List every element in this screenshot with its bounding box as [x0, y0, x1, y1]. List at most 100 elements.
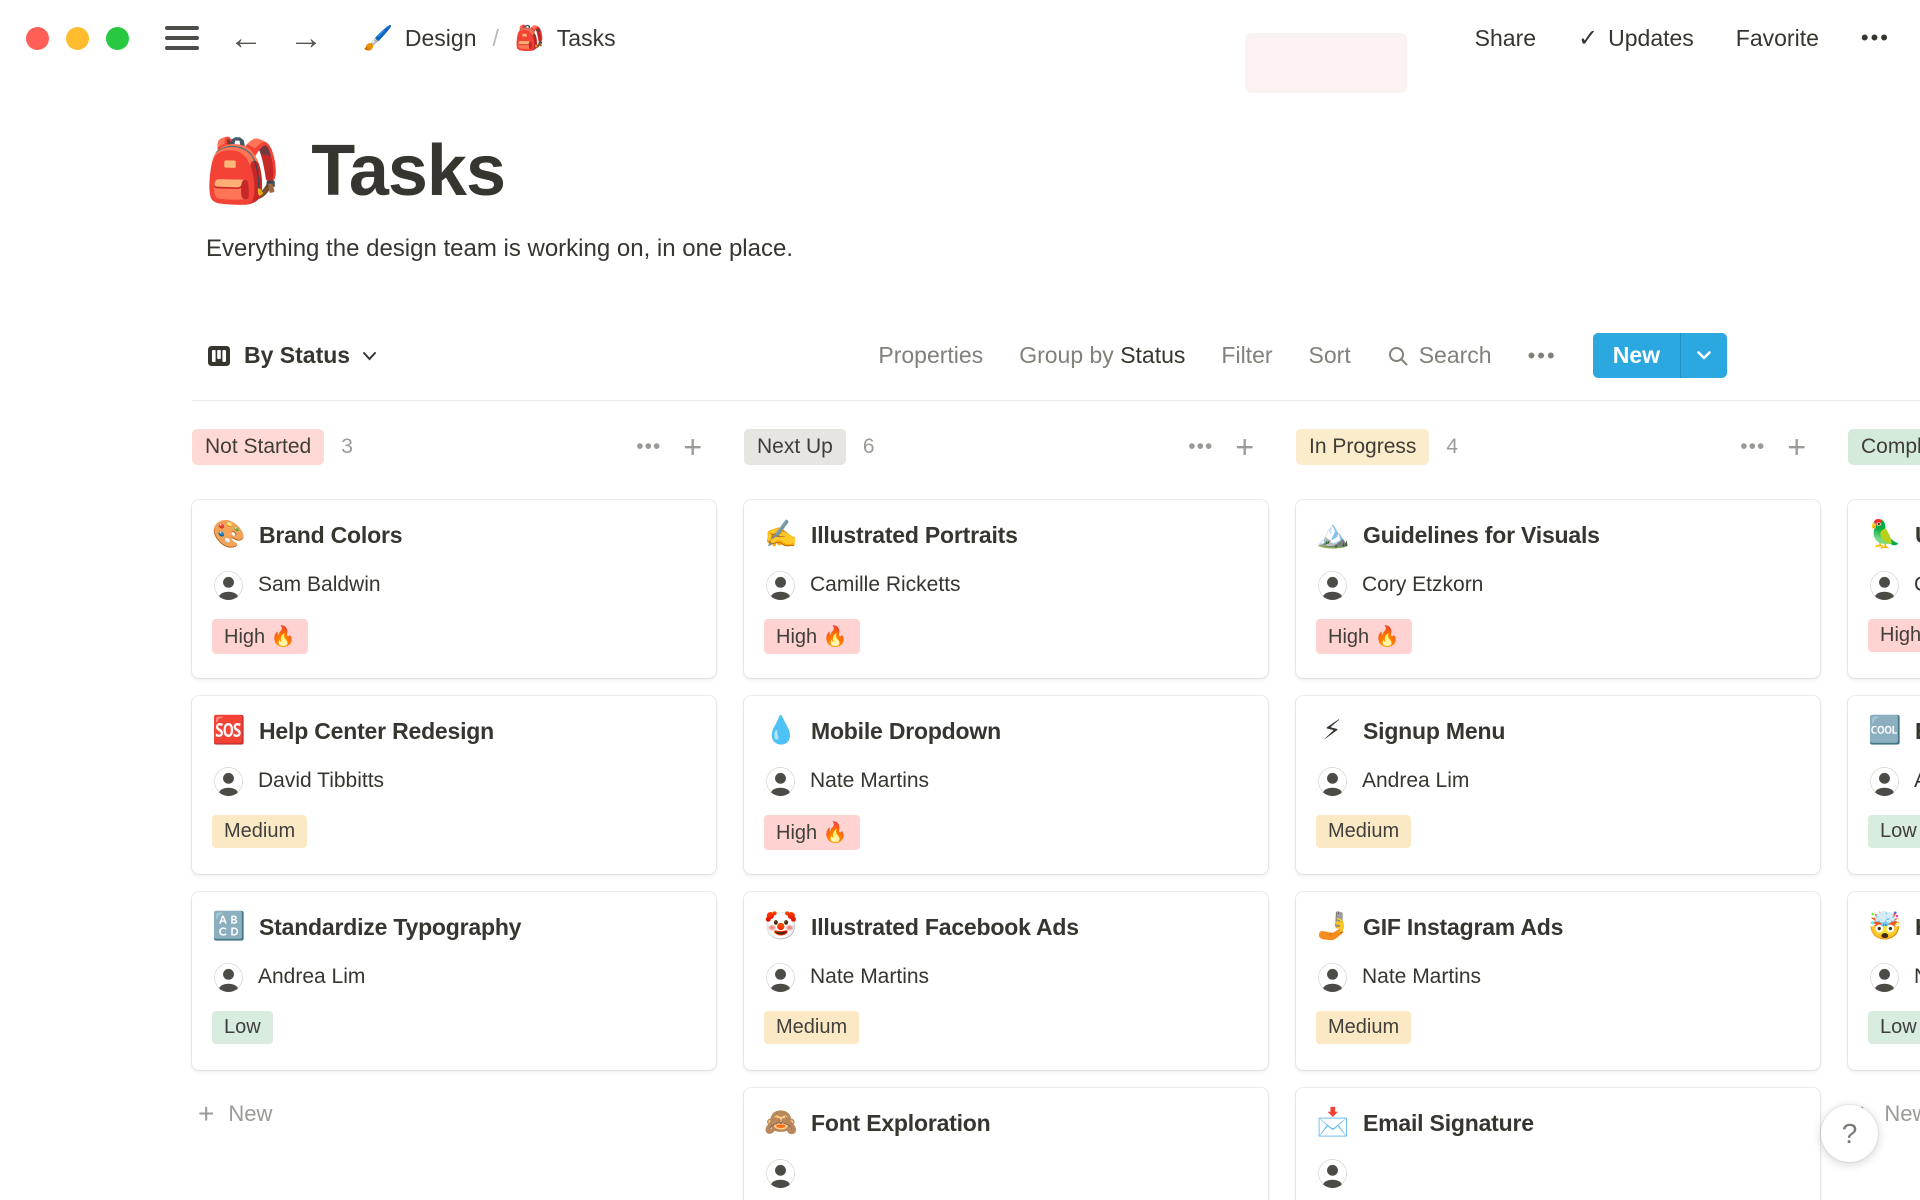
sidebar-menu-icon[interactable]	[165, 26, 199, 50]
group-by-value: Status	[1120, 342, 1186, 369]
add-card-button[interactable]: + New	[192, 1088, 716, 1128]
view-switcher[interactable]: By Status	[206, 342, 377, 369]
status-badge[interactable]: Next Up	[744, 429, 846, 466]
column-add-icon[interactable]: +	[1787, 431, 1806, 463]
column-add-icon[interactable]: +	[1235, 431, 1254, 463]
updates-button[interactable]: ✓ Updates	[1578, 24, 1694, 53]
avatar	[1318, 766, 1347, 796]
view-name: By Status	[244, 342, 351, 369]
highlight-box	[1245, 33, 1407, 93]
avatar	[766, 1158, 795, 1188]
add-card-label: New	[1884, 1101, 1920, 1127]
assignee-name: Cory Etzkorn	[1362, 573, 1484, 597]
avatar	[766, 766, 795, 796]
share-button[interactable]: Share	[1475, 25, 1536, 52]
task-card[interactable]: 🆘 Help Center Redesign David Tibbitts Mediu…	[192, 696, 716, 875]
task-card[interactable]: ✍️ Illustrated Portraits Camille Ricketts H…	[744, 500, 1268, 679]
task-title: Mobile Dropdown	[811, 717, 1001, 744]
window-minimize-button[interactable]	[66, 26, 89, 50]
app-window: ← → 🖌️ Design / 🎒 Tasks Share ✓ Updates …	[0, 0, 1920, 1200]
task-card[interactable]: 🤡 Illustrated Facebook Ads Nate Martins Med…	[744, 892, 1268, 1071]
column-more-icon[interactable]: •••	[636, 435, 661, 459]
task-card[interactable]: 🏔️ Guidelines for Visuals Cory Etzkorn High…	[1296, 500, 1820, 679]
priority-badge: High 🔥	[764, 618, 860, 654]
group-by-button[interactable]: Group by Status	[1019, 342, 1185, 369]
task-card[interactable]: 🦜 UC High	[1848, 500, 1920, 679]
status-badge[interactable]: In Progress	[1296, 429, 1430, 466]
task-card[interactable]: 🔠 Standardize Typography Andrea Lim Low	[192, 892, 716, 1071]
task-emoji-icon: 🆘	[212, 715, 246, 746]
task-card[interactable]: 🙈 Font Exploration	[744, 1088, 1268, 1200]
avatar	[214, 766, 243, 796]
help-button[interactable]: ?	[1821, 1105, 1878, 1162]
forward-icon[interactable]: →	[289, 21, 323, 55]
avatar	[1870, 766, 1899, 796]
column-more-icon[interactable]: •••	[1188, 435, 1213, 459]
page-title[interactable]: Tasks	[311, 131, 506, 211]
avatar	[1318, 962, 1347, 992]
window-zoom-button[interactable]	[106, 26, 129, 50]
column-count: 6	[862, 435, 875, 459]
breadcrumb-separator: /	[492, 24, 499, 51]
board-view-icon	[208, 345, 230, 366]
assignee-name: Andrea Lim	[258, 965, 366, 989]
board-column: Completed•••+🦜UCHigh🆒EALow🤯HNLow+New	[1848, 428, 1920, 1200]
assignee-name: Andrea Lim	[1362, 769, 1470, 793]
assignee-name: Nate Martins	[810, 769, 930, 793]
task-title: Help Center Redesign	[259, 717, 494, 744]
more-options-icon[interactable]: •••	[1861, 25, 1890, 51]
search-button[interactable]: Search	[1387, 342, 1492, 369]
column-add-icon[interactable]: +	[683, 431, 702, 463]
avatar	[1870, 962, 1899, 992]
task-emoji-icon: 🤡	[764, 911, 798, 942]
column-more-icon[interactable]: •••	[1740, 435, 1765, 459]
task-emoji-icon: 🆒	[1868, 715, 1902, 746]
view-more-icon[interactable]: •••	[1528, 343, 1557, 369]
group-by-label: Group by	[1019, 342, 1114, 369]
properties-button[interactable]: Properties	[878, 342, 983, 369]
task-title: GIF Instagram Ads	[1363, 913, 1564, 940]
task-card[interactable]: 🎨 Brand Colors Sam Baldwin High 🔥	[192, 500, 716, 679]
new-dropdown-chevron-icon[interactable]	[1681, 333, 1727, 378]
task-card[interactable]: 📩 Email Signature	[1296, 1088, 1820, 1200]
task-title: Illustrated Portraits	[811, 521, 1018, 548]
column-header: In Progress 4 ••• +	[1296, 428, 1820, 466]
assignee-name: David Tibbitts	[258, 769, 385, 793]
topbar: ← → 🖌️ Design / 🎒 Tasks Share ✓ Updates …	[0, 0, 1920, 93]
avatar	[766, 962, 795, 992]
check-icon: ✓	[1578, 24, 1599, 52]
status-badge[interactable]: Completed	[1848, 429, 1920, 466]
status-badge[interactable]: Not Started	[192, 429, 325, 466]
avatar	[214, 570, 243, 600]
view-toolbar: By Status Properties Group by Status Fil…	[206, 333, 1727, 379]
window-controls	[26, 26, 129, 50]
priority-badge: Medium	[764, 1010, 860, 1044]
favorite-button[interactable]: Favorite	[1736, 25, 1819, 52]
board-column: Next Up 6 ••• + ✍️ Illustrated Portraits Camil…	[744, 428, 1268, 1200]
task-card[interactable]: 🤳 GIF Instagram Ads Nate Martins Medium	[1296, 892, 1820, 1071]
priority-badge: Low	[1868, 814, 1920, 848]
filter-button[interactable]: Filter	[1221, 342, 1272, 369]
topbar-actions: Share ✓ Updates Favorite •••	[1475, 24, 1890, 53]
search-label: Search	[1418, 342, 1492, 369]
chevron-down-icon	[363, 351, 377, 361]
priority-badge: High 🔥	[1316, 618, 1412, 654]
task-card[interactable]: 💧 Mobile Dropdown Nate Martins High 🔥	[744, 696, 1268, 875]
new-button[interactable]: New	[1592, 333, 1727, 379]
breadcrumb-root[interactable]: 🖌️ Design	[363, 24, 477, 53]
task-emoji-icon: 🔠	[212, 911, 246, 942]
task-emoji-icon: 🙈	[764, 1107, 798, 1138]
back-icon[interactable]: ←	[229, 21, 263, 55]
task-title: H	[1915, 914, 1920, 941]
breadcrumb-page-label: Tasks	[556, 24, 616, 51]
task-card[interactable]: 🆒 EA Low	[1848, 696, 1920, 875]
task-card[interactable]: ⚡ Signup Menu Andrea Lim Medium	[1296, 696, 1820, 875]
task-card[interactable]: 🤯 HN Low	[1848, 892, 1920, 1071]
breadcrumb: 🖌️ Design / 🎒 Tasks	[363, 24, 616, 53]
page-emoji-icon[interactable]: 🎒	[204, 140, 281, 203]
window-close-button[interactable]	[26, 26, 49, 50]
sort-button[interactable]: Sort	[1309, 342, 1351, 369]
breadcrumb-page[interactable]: 🎒 Tasks	[515, 24, 616, 53]
board-column: In Progress 4 ••• + 🏔️ Guidelines for Visuals…	[1296, 428, 1820, 1200]
page-description[interactable]: Everything the design team is working on…	[206, 235, 1920, 263]
